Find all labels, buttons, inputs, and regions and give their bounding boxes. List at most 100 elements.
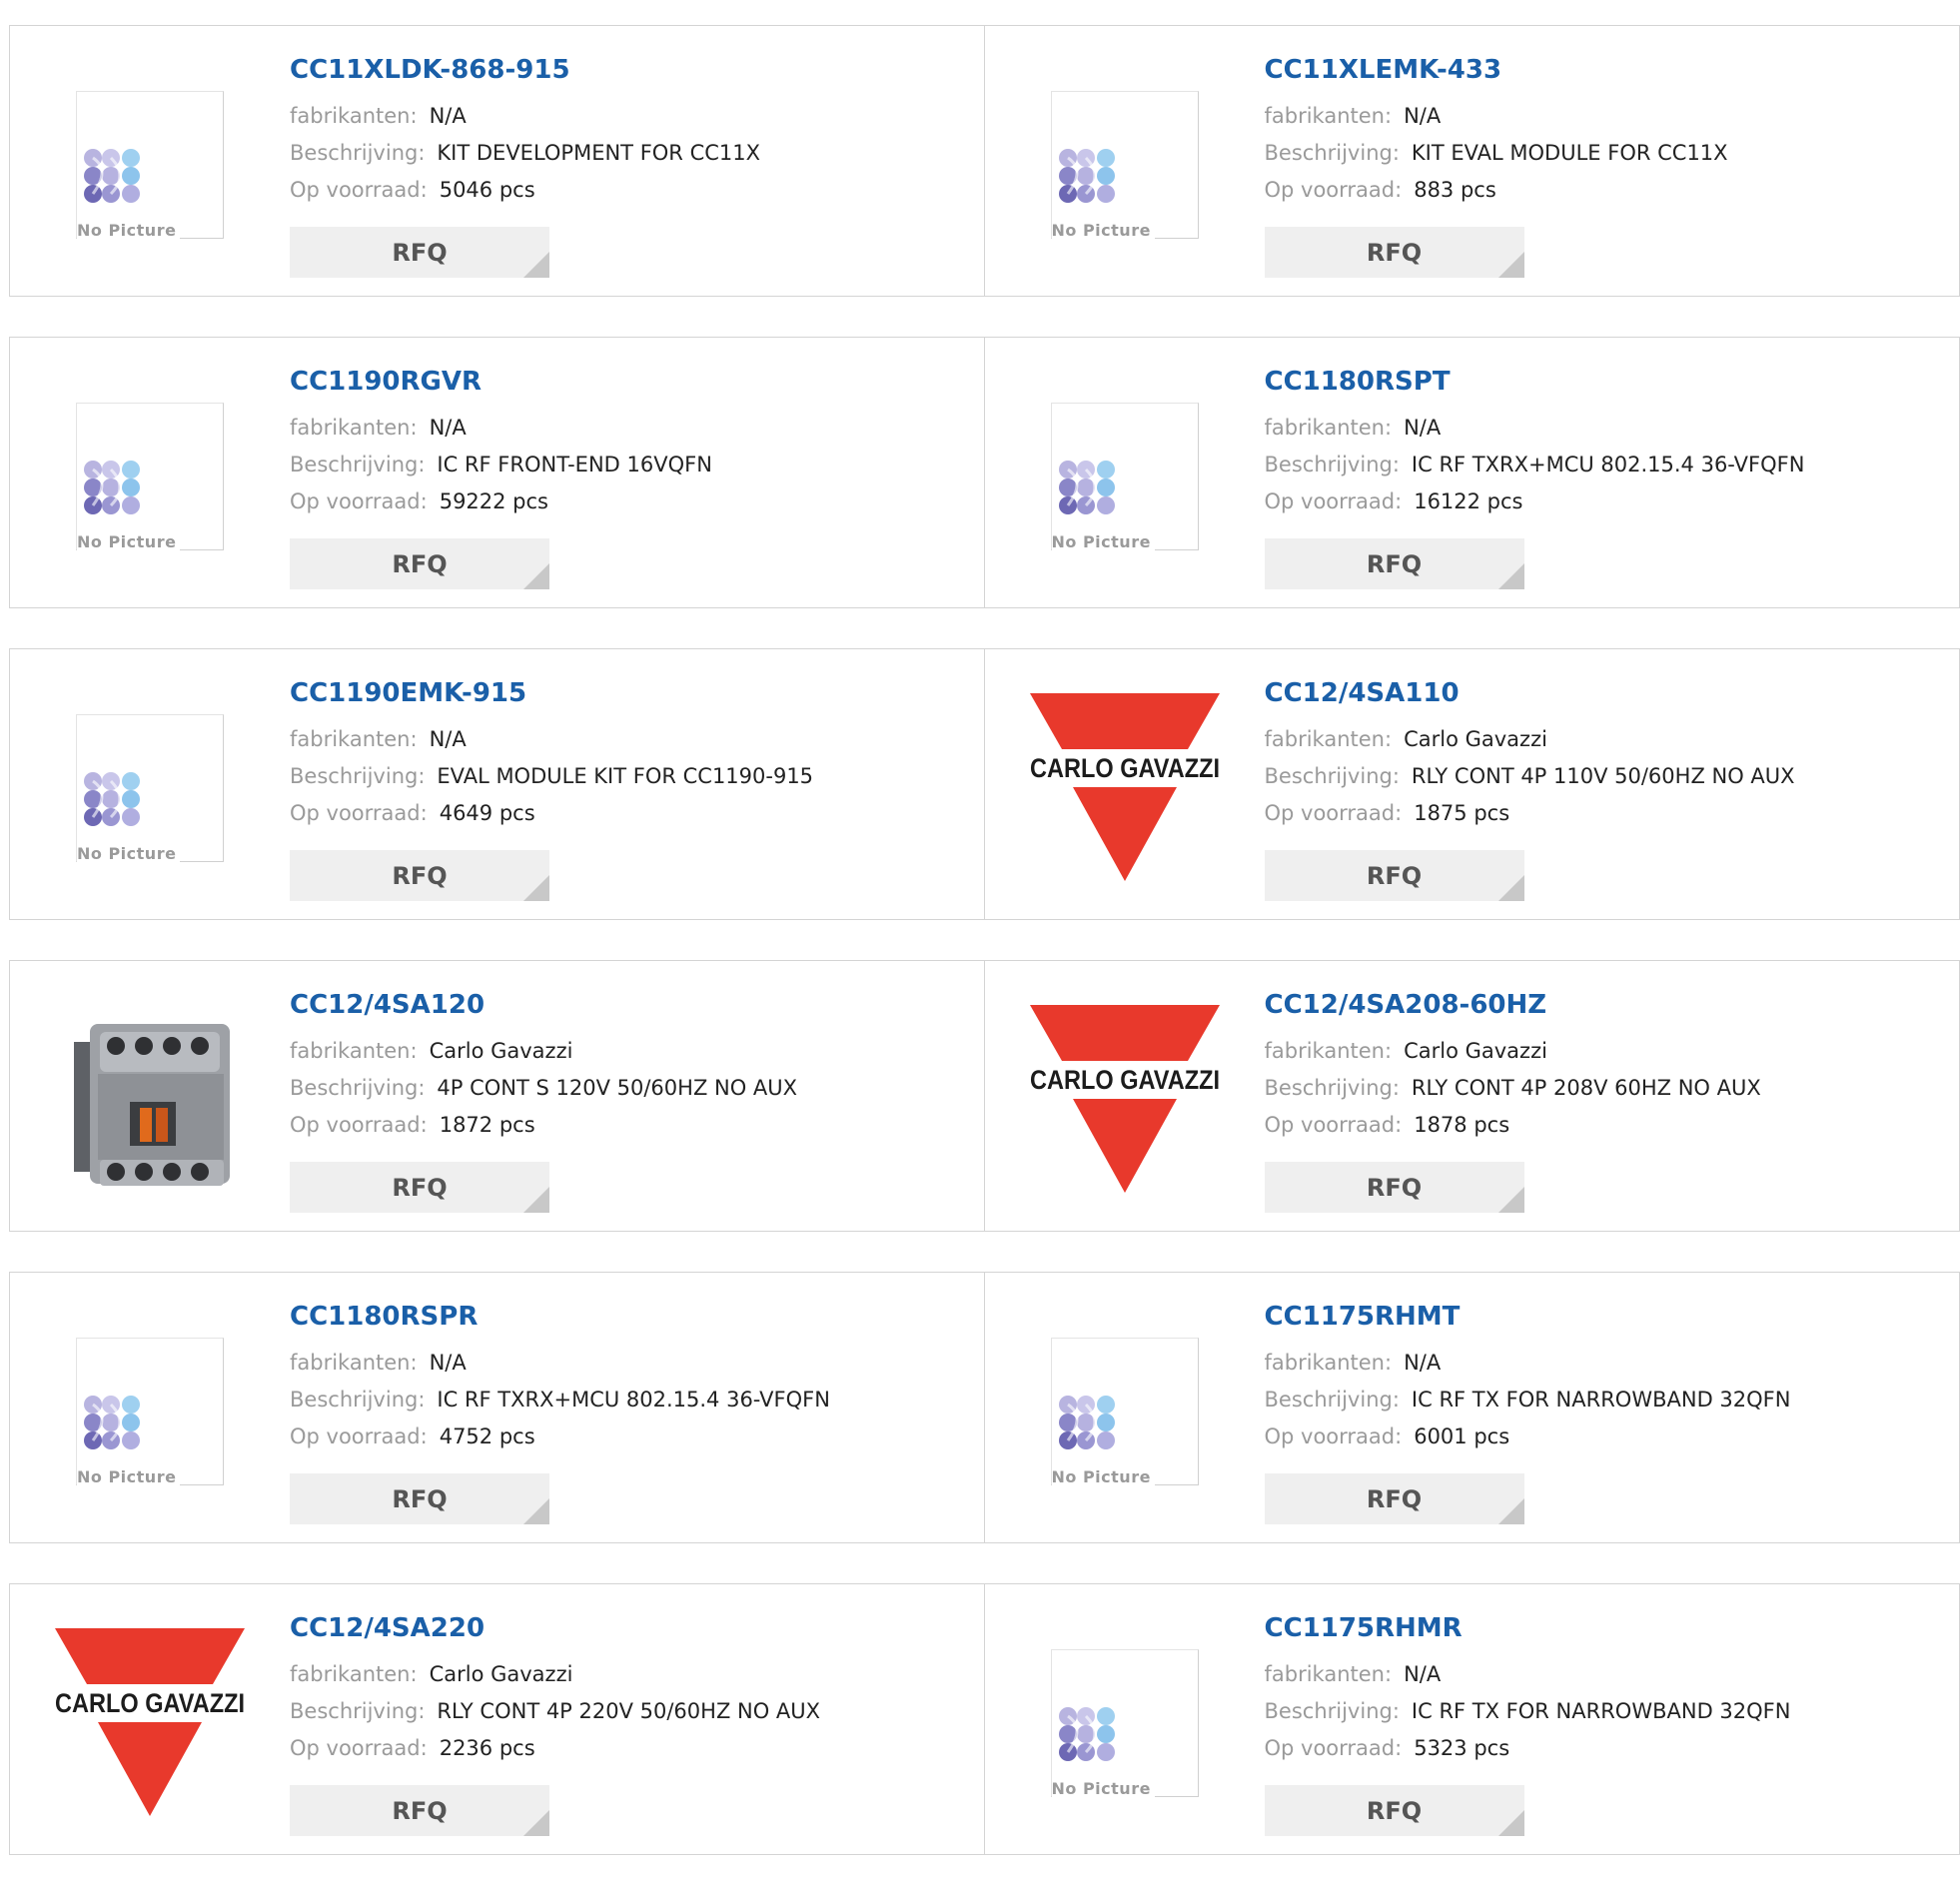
manufacturer-line: fabrikanten:N/A bbox=[290, 410, 712, 447]
description-line: Beschrijving:IC RF TXRX+MCU 802.15.4 36-… bbox=[1265, 447, 1805, 483]
no-picture-label: No Picture bbox=[1052, 1467, 1155, 1486]
stock-label: Op voorraad: bbox=[290, 801, 428, 825]
rfq-button[interactable]: RFQ bbox=[290, 850, 549, 901]
part-number-link[interactable]: CC1180RSPT bbox=[1265, 366, 1805, 398]
stock-line: Op voorraad:6001 pcs bbox=[1265, 1419, 1791, 1455]
manufacturer-label: fabrikanten: bbox=[1265, 1039, 1393, 1063]
description-label: Beschrijving: bbox=[1265, 1699, 1400, 1723]
rfq-button[interactable]: RFQ bbox=[290, 538, 549, 589]
product-row: No Picture CC1190EMK-915 fabrikanten: N/A Be… bbox=[9, 648, 1960, 920]
part-number-link[interactable]: CC11XLDK-868-915 bbox=[290, 54, 760, 86]
stock-label: Op voorraad: bbox=[1265, 1113, 1403, 1137]
stock-line: Op voorraad:4649 pcs bbox=[290, 795, 813, 832]
description-label: Beschrijving: bbox=[290, 1388, 425, 1412]
no-picture-label: No Picture bbox=[1052, 221, 1155, 240]
description-label: Beschrijving: bbox=[1265, 141, 1400, 165]
rfq-button[interactable]: RFQ bbox=[290, 227, 549, 278]
manufacturer-label: fabrikanten: bbox=[290, 1351, 418, 1375]
no-picture-placeholder: No Picture bbox=[76, 714, 224, 862]
part-number-link[interactable]: CC1190RGVR bbox=[290, 366, 712, 398]
no-picture-icon bbox=[1052, 1389, 1122, 1458]
stock-line: Op voorraad:883 pcs bbox=[1265, 172, 1728, 209]
manufacturer-line: fabrikanten:Carlo Gavazzi bbox=[290, 1033, 797, 1070]
manufacturer-label: fabrikanten: bbox=[1265, 104, 1393, 128]
no-picture-placeholder: No Picture bbox=[76, 1338, 224, 1485]
manufacturer-value: N/A bbox=[430, 1351, 467, 1375]
manufacturer-label: fabrikanten: bbox=[1265, 416, 1393, 440]
description-value: IC RF TXRX+MCU 802.15.4 36-VFQFN bbox=[437, 1388, 830, 1412]
rfq-button[interactable]: RFQ bbox=[290, 1785, 549, 1836]
manufacturer-label: fabrikanten: bbox=[1265, 1351, 1393, 1375]
no-picture-label: No Picture bbox=[77, 1467, 180, 1486]
stock-label: Op voorraad: bbox=[1265, 1736, 1403, 1760]
rfq-button[interactable]: RFQ bbox=[290, 1162, 549, 1213]
product-info: CC11XLEMK-433 fabrikanten:N/A Beschrijving… bbox=[1265, 54, 1728, 209]
manufacturer-line: fabrikanten:N/A bbox=[1265, 98, 1728, 135]
no-picture-label: No Picture bbox=[77, 844, 180, 863]
rfq-label: RFQ bbox=[1367, 862, 1422, 890]
stock-value: 5046 pcs bbox=[440, 178, 535, 202]
no-picture-placeholder: No Picture bbox=[76, 403, 224, 550]
no-picture-label: No Picture bbox=[77, 221, 180, 240]
part-number-link[interactable]: CC12/4SA220 bbox=[290, 1612, 820, 1644]
part-number-link[interactable]: CC1175RHMR bbox=[1265, 1612, 1791, 1644]
rfq-label: RFQ bbox=[1367, 239, 1422, 267]
product-card: No PictureCC1175RHMTfabrikanten:N/ABesch… bbox=[985, 1272, 1960, 1543]
stock-value: 16122 pcs bbox=[1414, 489, 1522, 513]
no-picture-icon bbox=[1052, 142, 1122, 212]
manufacturer-label: fabrikanten: bbox=[290, 1039, 418, 1063]
carlo-gavazzi-logo: CARLO GAVAZZI bbox=[50, 1624, 250, 1816]
no-picture-icon bbox=[1052, 1700, 1122, 1770]
no-picture-placeholder: No Picture bbox=[1051, 1649, 1199, 1797]
stock-label: Op voorraad: bbox=[1265, 1424, 1403, 1448]
product-info: CC1180RSPR fabrikanten: N/ABeschrijving: IC… bbox=[290, 1301, 830, 1455]
stock-value: 1872 pcs bbox=[440, 1113, 535, 1137]
rfq-button[interactable]: RFQ bbox=[1265, 850, 1524, 901]
rfq-button[interactable]: RFQ bbox=[1265, 1785, 1524, 1836]
corner-fold-icon bbox=[1498, 875, 1524, 901]
manufacturer-value: N/A bbox=[430, 104, 467, 128]
no-picture-icon bbox=[77, 454, 147, 523]
stock-value: 1878 pcs bbox=[1414, 1113, 1509, 1137]
part-number-link[interactable]: CC12/4SA110 bbox=[1265, 677, 1795, 709]
product-card: No Picture CC1190RGVR fabrikanten:N/ABesch… bbox=[9, 337, 985, 608]
product-info: CC1180RSPTfabrikanten:N/ABeschrijving:IC… bbox=[1265, 366, 1805, 520]
stock-line: Op voorraad:2236 pcs bbox=[290, 1730, 820, 1767]
corner-fold-icon bbox=[523, 1810, 549, 1836]
stock-value: 883 pcs bbox=[1414, 178, 1496, 202]
stock-line: Op voorraad:5323 pcs bbox=[1265, 1730, 1791, 1767]
manufacturer-line: fabrikanten: N/A bbox=[290, 98, 760, 135]
part-number-link[interactable]: CC1190EMK-915 bbox=[290, 677, 813, 709]
part-number-link[interactable]: CC1180RSPR bbox=[290, 1301, 830, 1333]
description-line: Beschrijving:RLY CONT 4P 208V 60HZ NO AU… bbox=[1265, 1070, 1761, 1107]
rfq-label: RFQ bbox=[392, 1797, 447, 1825]
rfq-button[interactable]: RFQ bbox=[290, 1473, 549, 1524]
description-label: Beschrijving: bbox=[1265, 764, 1400, 788]
product-row: No Picture CC11XLDK-868-915 fabrikanten: N/… bbox=[9, 25, 1960, 297]
manufacturer-label: fabrikanten: bbox=[290, 104, 418, 128]
manufacturer-label: fabrikanten: bbox=[1265, 727, 1393, 751]
description-value: RLY CONT 4P 220V 50/60HZ NO AUX bbox=[437, 1699, 820, 1723]
rfq-button[interactable]: RFQ bbox=[1265, 538, 1524, 589]
description-value: IC RF FRONT-END 16VQFN bbox=[437, 453, 712, 476]
part-number-link[interactable]: CC11XLEMK-433 bbox=[1265, 54, 1728, 86]
manufacturer-value: Carlo Gavazzi bbox=[1404, 727, 1547, 751]
rfq-button[interactable]: RFQ bbox=[1265, 227, 1524, 278]
stock-line: Op voorraad:1875 pcs bbox=[1265, 795, 1795, 832]
rfq-button[interactable]: RFQ bbox=[1265, 1162, 1524, 1213]
rfq-button[interactable]: RFQ bbox=[1265, 1473, 1524, 1524]
description-line: Beschrijving:EVAL MODULE KIT FOR CC1190-… bbox=[290, 758, 813, 795]
manufacturer-value: N/A bbox=[430, 727, 467, 751]
part-number-link[interactable]: CC12/4SA208-60HZ bbox=[1265, 989, 1761, 1021]
manufacturer-line: fabrikanten:Carlo Gavazzi bbox=[1265, 1033, 1761, 1070]
description-line: Beschrijving:IC RF FRONT-END 16VQFN bbox=[290, 447, 712, 483]
description-line: Beschrijving:KIT DEVELOPMENT FOR CC11X bbox=[290, 135, 760, 172]
part-number-link[interactable]: CC1175RHMT bbox=[1265, 1301, 1791, 1333]
part-number-link[interactable]: CC12/4SA120 bbox=[290, 989, 797, 1021]
product-card: CARLO GAVAZZICC12/4SA208-60HZfabrikanten… bbox=[985, 960, 1960, 1232]
description-line: Beschrijving: IC RF TXRX+MCU 802.15.4 36-… bbox=[290, 1382, 830, 1419]
no-picture-label: No Picture bbox=[1052, 532, 1155, 551]
stock-label: Op voorraad: bbox=[290, 1424, 428, 1448]
no-picture-label: No Picture bbox=[77, 532, 180, 551]
brand-logo-text: CARLO GAVAZZI bbox=[55, 1688, 245, 1718]
